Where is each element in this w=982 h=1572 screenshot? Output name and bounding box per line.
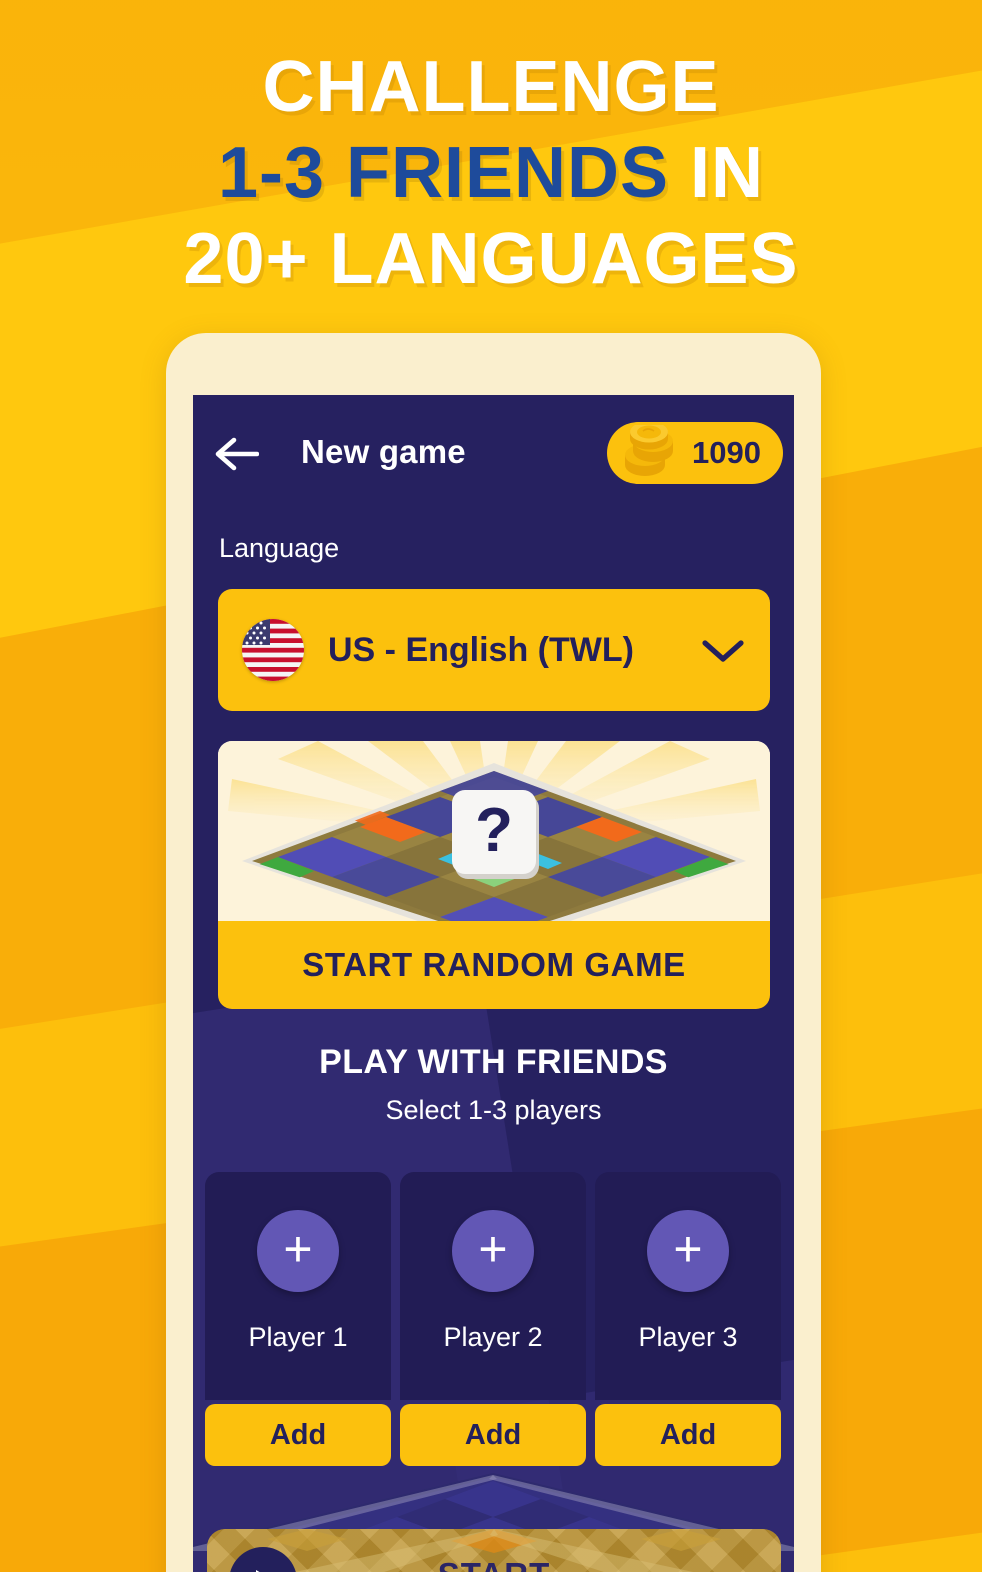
play-with-friends-subtitle: Select 1-3 players (385, 1095, 602, 1125)
headline-highlight: 1-3 FRIENDS (217, 133, 670, 213)
page-title: New game (301, 433, 466, 470)
add-player-button[interactable]: Add (595, 1404, 781, 1466)
add-player-button[interactable]: Add (400, 1404, 586, 1466)
plus-icon[interactable]: + (452, 1210, 534, 1292)
start-label: START (207, 1556, 781, 1572)
player-name: Player 2 (443, 1322, 543, 1352)
arrow-left-icon (215, 437, 259, 471)
plus-glyph: + (283, 1221, 313, 1277)
phone-screen: New game 1090 Language US - English (TWL… (193, 395, 794, 1572)
headline-line-2: 1-3 FRIENDS IN (0, 130, 982, 216)
player-name: Player 1 (248, 1322, 348, 1352)
player-card[interactable]: + Player 1 (205, 1172, 391, 1400)
headline-line-3: 20+ LANGUAGES (183, 219, 799, 299)
back-button[interactable] (208, 425, 266, 483)
game-board-question-icon: ? (218, 741, 770, 921)
chevron-down-icon[interactable] (700, 635, 746, 665)
plus-icon[interactable]: + (257, 1210, 339, 1292)
promo-screenshot: CHALLENGE 1-3 FRIENDS IN 20+ LANGUAGES N… (0, 0, 982, 1572)
us-flag-icon (242, 619, 304, 681)
language-label: Language (219, 533, 340, 563)
phone-frame: New game 1090 Language US - English (TWL… (166, 333, 821, 1572)
promo-headline: CHALLENGE 1-3 FRIENDS IN 20+ LANGUAGES (0, 44, 982, 302)
svg-text:?: ? (475, 796, 513, 865)
player-slot: + Player 3 Add (595, 1172, 781, 1466)
start-game-button[interactable]: START (207, 1529, 781, 1572)
start-random-game-label: START RANDOM GAME (218, 921, 770, 1009)
player-slot: + Player 2 Add (400, 1172, 586, 1466)
headline-line-1: CHALLENGE (262, 47, 720, 127)
plus-glyph: + (673, 1221, 703, 1277)
language-value: US - English (TWL) (328, 630, 634, 669)
app-bar: New game 1090 (193, 395, 794, 513)
start-random-game-card[interactable]: ? START RANDOM GAME (218, 741, 770, 1009)
player-card[interactable]: + Player 2 (400, 1172, 586, 1400)
coin-stack-icon (625, 425, 673, 476)
language-select[interactable]: US - English (TWL) (218, 589, 770, 711)
play-with-friends-title: PLAY WITH FRIENDS (319, 1043, 668, 1081)
coin-count: 1090 (692, 435, 761, 470)
plus-glyph: + (478, 1221, 508, 1277)
player-name: Player 3 (638, 1322, 738, 1352)
player-card[interactable]: + Player 3 (595, 1172, 781, 1400)
coin-badge[interactable]: 1090 (607, 422, 783, 484)
add-player-button[interactable]: Add (205, 1404, 391, 1466)
headline-line-2-rest: IN (669, 133, 765, 213)
player-slot: + Player 1 Add (205, 1172, 391, 1466)
plus-icon[interactable]: + (647, 1210, 729, 1292)
player-slots: + Player 1 Add + Player 2 Add + Player 3 (205, 1172, 782, 1466)
